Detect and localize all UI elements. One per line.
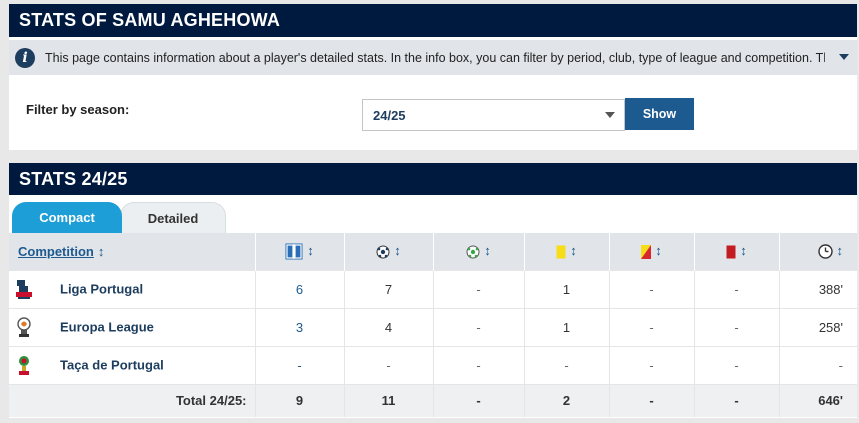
taca-de-portugal-logo [19,356,29,375]
sort-icon[interactable]: ↕ [740,243,747,258]
goals-value: 7 [344,269,434,308]
minutes-value: 388' [779,269,857,308]
table-header-row: Competition ↕ ↕ ↕ ↕ ↕ ↕ ↕ ↕ [9,233,857,270]
appearances-value: - [255,345,345,384]
minutes-played-icon [817,244,833,259]
goals-value: - [344,345,434,384]
total-row: Total 24/25: 9 11 - 2 - - 646' [9,383,857,417]
stats-table-panel: STATS 24/25 Detailed Compact Competition… [9,163,857,418]
total-label: Total 24/25: [9,383,256,417]
second-yellow-value: - [609,307,695,346]
column-yellow-cards[interactable]: ↕ [524,233,610,270]
total-second-yellow: - [609,383,695,417]
assists-value: - [433,307,525,346]
appearances-icon [285,243,303,260]
red-cards-value: - [694,269,780,308]
appearances-value[interactable]: 3 [255,307,345,346]
competition-sort-link[interactable]: Competition [18,244,94,259]
competition-link[interactable]: Europa League [60,320,154,335]
column-second-yellow[interactable]: ↕ [609,233,695,270]
liga-portugal-logo [16,280,32,299]
minutes-value: 258' [779,307,857,346]
assists-icon [466,245,480,259]
season-select-value: 24/25 [373,107,406,123]
minutes-value: - [779,345,857,384]
total-yellow-cards: 2 [524,383,610,417]
sort-icon[interactable]: ↕ [98,244,105,259]
sort-icon[interactable]: ↕ [570,243,577,258]
column-assists[interactable]: ↕ [433,233,525,270]
competition-cell: Liga Portugal [9,269,256,308]
goals-value: 4 [344,307,434,346]
assists-value: - [433,269,525,308]
competition-link[interactable]: Taça de Portugal [60,358,164,373]
stats-filter-panel: STATS OF SAMU AGHEHOWA i This page conta… [9,4,857,150]
assists-value: - [433,345,525,384]
info-bar[interactable]: i This page contains information about a… [9,40,857,75]
red-cards-value: - [694,307,780,346]
column-red-cards[interactable]: ↕ [694,233,780,270]
appearances-value[interactable]: 6 [255,269,345,308]
table-row: Liga Portugal 6 7 - 1 - - 388' [9,269,857,308]
column-appearances[interactable]: ↕ [255,233,345,270]
goals-icon [376,245,390,259]
show-button[interactable]: Show [625,98,694,130]
sort-icon[interactable]: ↕ [307,243,314,258]
sort-icon[interactable]: ↕ [484,243,491,258]
total-appearances: 9 [255,383,345,417]
yellow-cards-value: 1 [524,269,610,308]
yellow-card-icon [556,245,566,259]
second-yellow-card-icon [641,245,652,260]
red-cards-value: - [694,345,780,384]
season-select[interactable]: 24/25 [362,99,625,131]
filter-season-label: Filter by season: [26,102,130,117]
stats-table: Competition ↕ ↕ ↕ ↕ ↕ ↕ ↕ ↕ Liga Portuga… [9,233,857,417]
chevron-down-icon [605,112,615,118]
total-goals: 11 [344,383,434,417]
tab-compact[interactable]: Compact [12,202,122,233]
table-row: Europa League 3 4 - 1 - - 258' [9,307,857,346]
yellow-cards-value: 1 [524,307,610,346]
info-text: This page contains information about a p… [45,50,825,65]
sort-icon[interactable]: ↕ [837,243,844,258]
column-minutes[interactable]: ↕ [779,233,857,270]
tab-detailed[interactable]: Detailed [120,202,226,233]
red-card-icon [726,245,736,259]
second-yellow-value: - [609,345,695,384]
info-icon: i [15,47,35,68]
second-yellow-value: - [609,269,695,308]
table-row: Taça de Portugal - - - - - - - [9,345,857,384]
competition-cell: Europa League [9,307,256,346]
yellow-cards-value: - [524,345,610,384]
column-goals[interactable]: ↕ [344,233,434,270]
sort-icon[interactable]: ↕ [655,243,662,258]
total-assists: - [433,383,525,417]
total-minutes: 646' [779,383,857,417]
column-competition[interactable]: Competition ↕ [9,233,256,270]
competition-link[interactable]: Liga Portugal [60,282,143,297]
page-title: STATS OF SAMU AGHEHOWA [9,4,857,37]
sort-icon[interactable]: ↕ [394,243,401,258]
expand-info-icon[interactable] [839,54,849,60]
europa-league-logo [17,317,31,337]
total-red-cards: - [694,383,780,417]
competition-cell: Taça de Portugal [9,345,256,384]
stats-title: STATS 24/25 [9,163,857,195]
